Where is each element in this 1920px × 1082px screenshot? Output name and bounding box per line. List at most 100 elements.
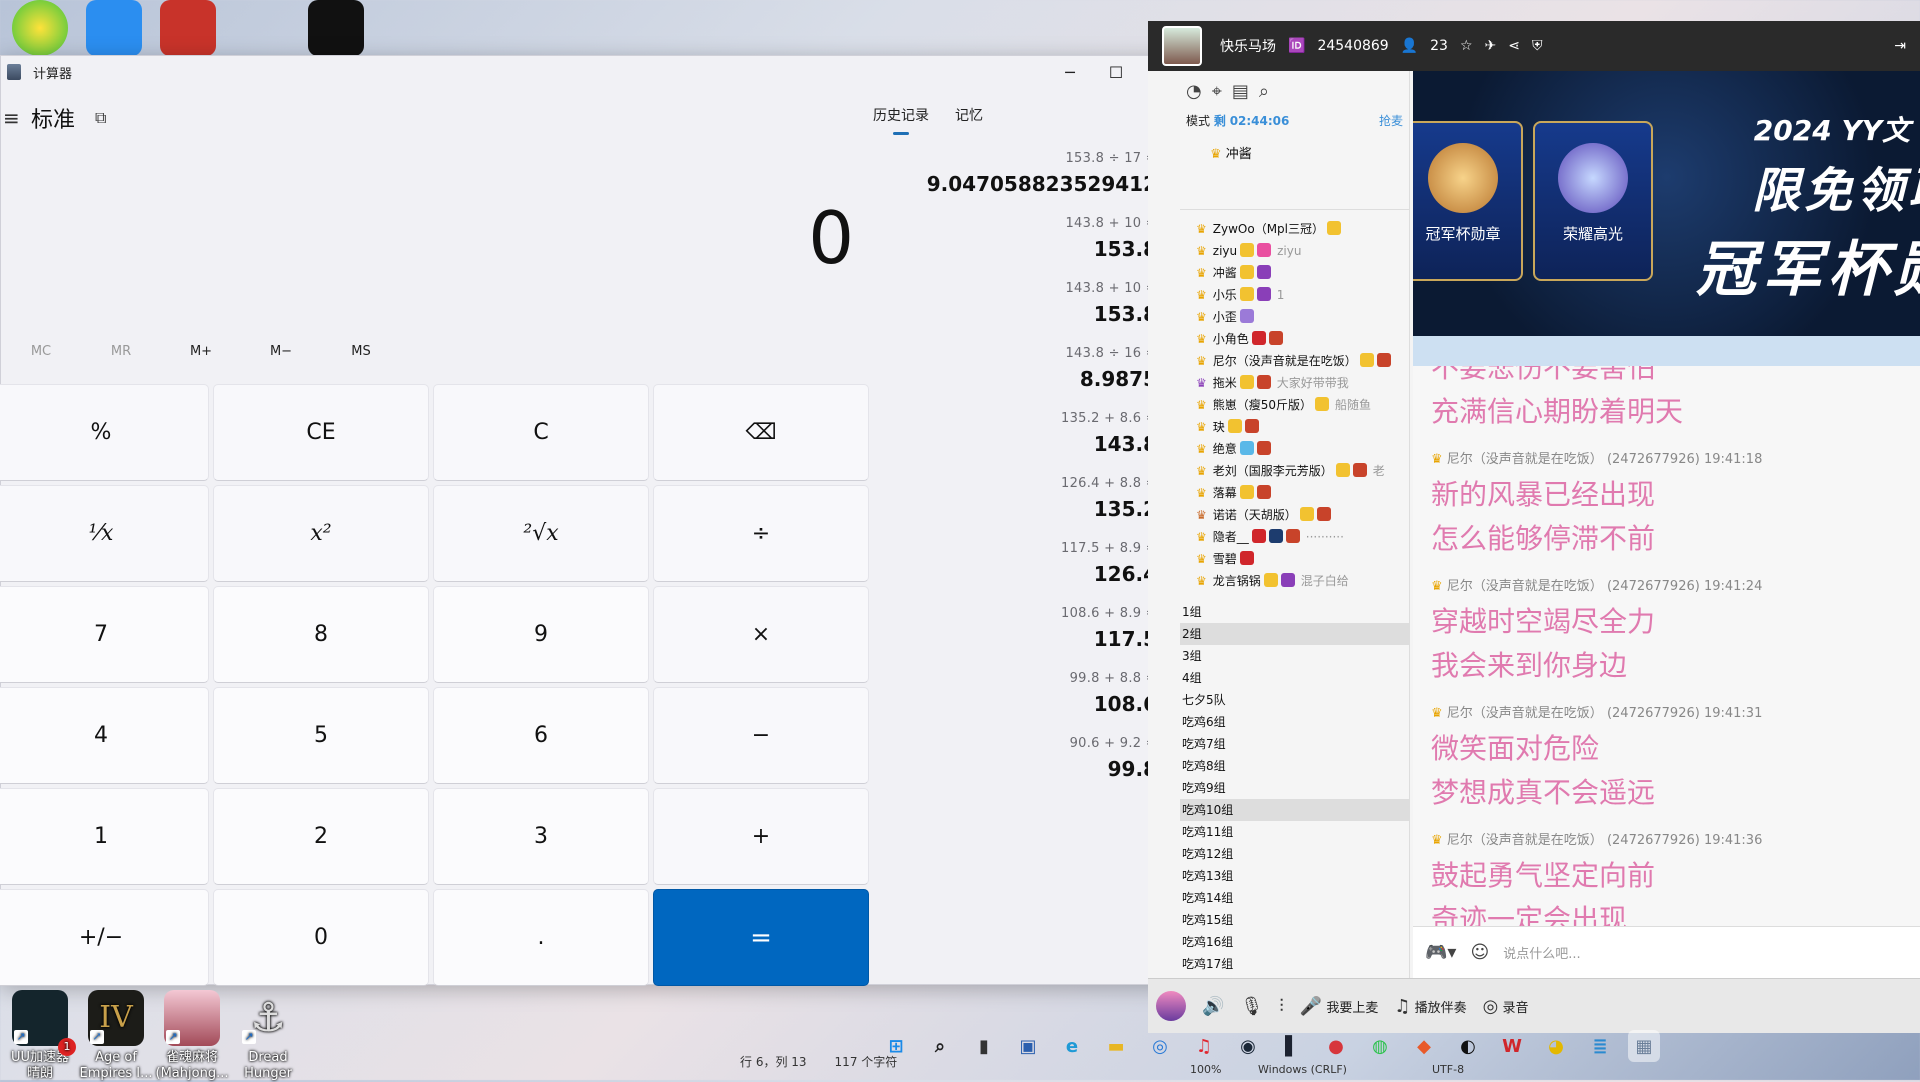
- desktop-icon-uu-accelerator[interactable]: ↗ 1 UU加速器 晴朗: [0, 990, 80, 1082]
- speaker-icon[interactable]: 🔊: [1202, 996, 1224, 1017]
- exit-icon[interactable]: ⇥: [1894, 38, 1906, 54]
- percent-button[interactable]: %: [0, 384, 209, 481]
- group-item[interactable]: 1组: [1180, 601, 1409, 623]
- start-button[interactable]: ⊞: [880, 1030, 912, 1062]
- desktop-icon-green-app[interactable]: [0, 0, 80, 60]
- digit-6-button[interactable]: 6: [433, 687, 649, 784]
- history-item[interactable]: 126.4 + 8.8 = 135.2: [871, 476, 1163, 521]
- sender-name[interactable]: 尼尔（没声音就是在吃饭）: [1447, 579, 1603, 594]
- clear-button[interactable]: C: [433, 384, 649, 481]
- group-item[interactable]: 吃鸡17组: [1180, 953, 1409, 975]
- group-item[interactable]: 吃鸡8组: [1180, 755, 1409, 777]
- taskbar-obs[interactable]: ◐: [1452, 1030, 1484, 1062]
- mixer-icon[interactable]: ⫶: [1279, 996, 1284, 1017]
- group-item[interactable]: 吃鸡7组: [1180, 733, 1409, 755]
- group-item[interactable]: 吃鸡14组: [1180, 887, 1409, 909]
- history-item[interactable]: 143.8 + 10 = 153.8: [871, 216, 1163, 261]
- memory-subtract-button[interactable]: M−: [241, 334, 321, 369]
- digit-1-button[interactable]: 1: [0, 788, 209, 885]
- history-item[interactable]: 135.2 + 8.6 = 143.8: [871, 411, 1163, 456]
- my-avatar[interactable]: [1156, 991, 1186, 1021]
- backspace-button[interactable]: ⌫: [653, 384, 869, 481]
- member-item[interactable]: ♛ 小角色: [1180, 328, 1409, 350]
- digit-4-button[interactable]: 4: [0, 687, 209, 784]
- fly-icon[interactable]: ✈: [1485, 38, 1497, 54]
- square-button[interactable]: x²: [213, 485, 429, 582]
- memory-recall-button[interactable]: MR: [81, 334, 161, 369]
- member-item[interactable]: ♛ 落幕: [1180, 482, 1409, 504]
- share-icon[interactable]: ⋖: [1508, 38, 1520, 54]
- notice-icon[interactable]: ▤: [1232, 81, 1249, 102]
- group-item[interactable]: 七夕5队: [1180, 689, 1409, 711]
- digit-0-button[interactable]: 0: [213, 889, 429, 986]
- history-item[interactable]: 143.8 + 10 = 153.8: [871, 281, 1163, 326]
- taskbar-netease-music[interactable]: ♫: [1188, 1030, 1220, 1062]
- accompany-button[interactable]: ♫ 播放伴奏: [1394, 996, 1466, 1017]
- digit-3-button[interactable]: 3: [433, 788, 649, 885]
- square-root-button[interactable]: ²√x: [433, 485, 649, 582]
- keep-on-top-button[interactable]: ⧉: [95, 108, 106, 128]
- minimize-button[interactable]: ─: [1047, 56, 1093, 88]
- channel-avatar[interactable]: [1162, 26, 1202, 66]
- clear-entry-button[interactable]: CE: [213, 384, 429, 481]
- multiply-button[interactable]: ×: [653, 586, 869, 683]
- emoji-icon[interactable]: ☺: [1470, 942, 1489, 963]
- digit-7-button[interactable]: 7: [0, 586, 209, 683]
- tab-memory[interactable]: 记忆: [955, 101, 983, 135]
- taskbar-wechat[interactable]: ◍: [1364, 1030, 1396, 1062]
- group-item[interactable]: 吃鸡6组: [1180, 711, 1409, 733]
- taskbar-notepad[interactable]: ≣: [1584, 1030, 1616, 1062]
- taskbar-yy[interactable]: ◕: [1540, 1030, 1572, 1062]
- favorite-icon[interactable]: ☆: [1460, 38, 1473, 54]
- mic-up-button[interactable]: 🎤 我要上麦: [1300, 996, 1379, 1017]
- taskbar-explorer[interactable]: ▬: [1100, 1030, 1132, 1062]
- shield-icon[interactable]: ⛨: [1532, 38, 1543, 54]
- sender-name[interactable]: 尼尔（没声音就是在吃饭）: [1447, 452, 1603, 467]
- tab-history[interactable]: 历史记录: [873, 101, 929, 135]
- chat-bubble-icon[interactable]: ◔: [1186, 81, 1202, 102]
- member-item[interactable]: ♛ 熊崽（瘦50斤版） 船随鱼: [1180, 394, 1409, 416]
- group-item[interactable]: 吃鸡10组: [1180, 799, 1409, 821]
- taskbar-steam[interactable]: ◉: [1232, 1030, 1264, 1062]
- history-item[interactable]: 108.6 + 8.9 = 117.5: [871, 606, 1163, 651]
- group-item[interactable]: 4组: [1180, 667, 1409, 689]
- location-icon[interactable]: ⌖: [1212, 81, 1222, 102]
- member-item[interactable]: ♛ 冲酱: [1180, 262, 1409, 284]
- group-item[interactable]: 吃鸡15组: [1180, 909, 1409, 931]
- desktop-icon-green-v-app[interactable]: [296, 0, 376, 60]
- history-item[interactable]: 153.8 ÷ 17 = 9.047058823529412: [871, 151, 1163, 196]
- member-item[interactable]: ♛ 隐者__ ··········: [1180, 526, 1409, 548]
- add-button[interactable]: +: [653, 788, 869, 885]
- group-item[interactable]: 吃鸡16组: [1180, 931, 1409, 953]
- desktop-icon-red-app[interactable]: [148, 0, 228, 60]
- member-item[interactable]: ♛ 诺诺（天胡版）: [1180, 504, 1409, 526]
- member-item[interactable]: ♛ 雪碧: [1180, 548, 1409, 570]
- history-item[interactable]: 90.6 + 9.2 = 99.8: [871, 736, 1163, 781]
- member-item[interactable]: ♛ ZywOo（Mpl三冠）: [1180, 218, 1409, 240]
- taskbar-wps[interactable]: W: [1496, 1030, 1528, 1062]
- group-item[interactable]: 2组: [1180, 623, 1409, 645]
- member-item[interactable]: ♛ 龙言锅锅 混子白给: [1180, 570, 1409, 592]
- taskbar-tool-app[interactable]: ◆: [1408, 1030, 1440, 1062]
- digit-5-button[interactable]: 5: [213, 687, 429, 784]
- negate-button[interactable]: +/−: [0, 889, 209, 986]
- digit-9-button[interactable]: 9: [433, 586, 649, 683]
- group-item[interactable]: 吃鸡13组: [1180, 865, 1409, 887]
- decimal-button[interactable]: .: [433, 889, 649, 986]
- member-item[interactable]: ♛ 小乐 1: [1180, 284, 1409, 306]
- group-item[interactable]: 吃鸡12组: [1180, 843, 1409, 865]
- task-view-button[interactable]: ▮: [968, 1030, 1000, 1062]
- taskbar-calculator[interactable]: ▦: [1628, 1030, 1660, 1062]
- desktop-icon-age-of-empires[interactable]: IV ↗ Age of Empires I...: [76, 990, 156, 1082]
- maximize-button[interactable]: ☐: [1093, 56, 1139, 88]
- group-item[interactable]: 3组: [1180, 645, 1409, 667]
- gamepad-icon[interactable]: 🎮▾: [1425, 942, 1456, 963]
- member-item[interactable]: ♛ 玦: [1180, 416, 1409, 438]
- member-item[interactable]: ♛ 老刘（国服李元芳版） 老: [1180, 460, 1409, 482]
- microphone-icon[interactable]: 🎙: [1240, 996, 1263, 1017]
- desktop-icon-blue-app[interactable]: [74, 0, 154, 60]
- digit-8-button[interactable]: 8: [213, 586, 429, 683]
- promo-banner[interactable]: 冠军杯勋章 荣耀高光 2024 YY文 限免领取 冠军杯勋: [1413, 71, 1920, 336]
- memory-add-button[interactable]: M+: [161, 334, 241, 369]
- record-button[interactable]: ◎ 录音: [1483, 996, 1529, 1017]
